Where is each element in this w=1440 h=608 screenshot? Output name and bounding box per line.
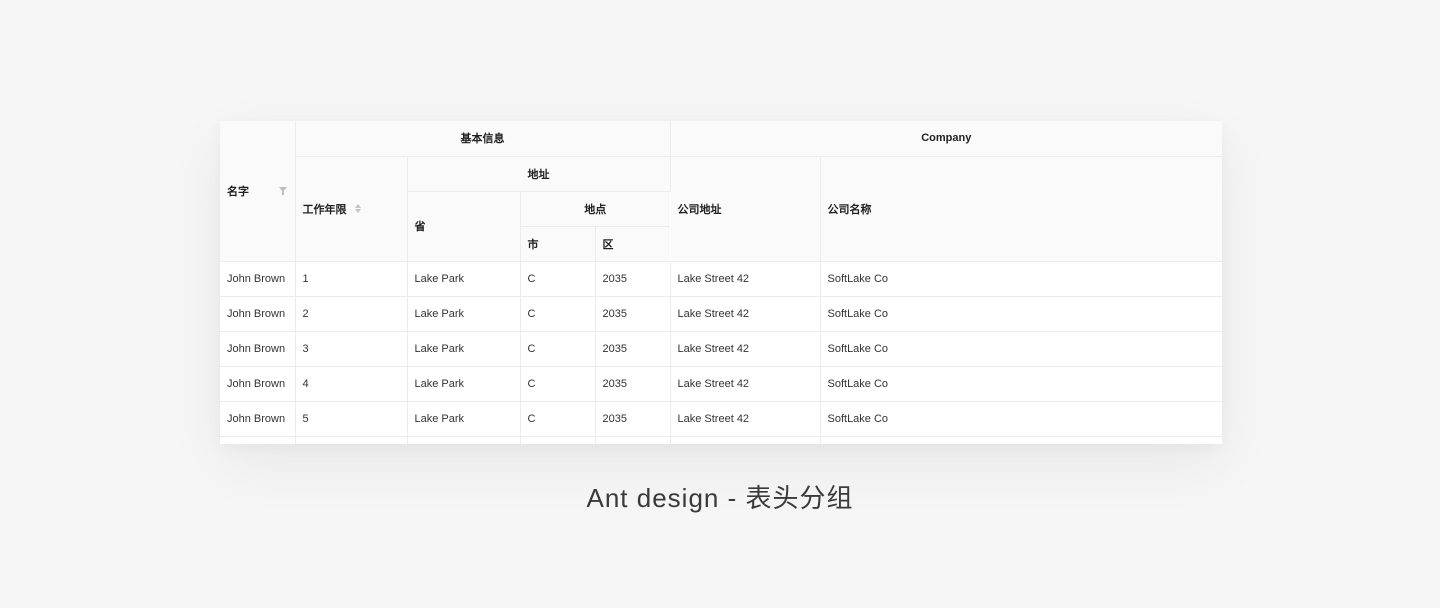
header-province: 省	[407, 191, 521, 262]
cell-province: Lake Park	[407, 331, 521, 367]
cell-city: C	[520, 261, 596, 297]
header-district: 区	[595, 226, 670, 262]
cell-city: C	[520, 366, 596, 402]
cell-name: John Brown	[220, 401, 296, 437]
table-row-partial	[220, 436, 1222, 444]
cell-years: 5	[295, 401, 408, 437]
cell-province: Lake Park	[407, 296, 521, 332]
cell-years: 4	[295, 366, 408, 402]
cell-empty	[220, 436, 296, 444]
cell-district: 2035	[595, 401, 671, 437]
page: 名字 基本信息 Company 工作年限 地址 公司地址 公司名称 省 地点 市…	[0, 0, 1440, 608]
table-row[interactable]: John Brown 4 Lake Park C 2035 Lake Stree…	[220, 366, 1222, 402]
cell-company-address: Lake Street 42	[670, 401, 821, 437]
header-basic-info: 基本信息	[295, 121, 671, 157]
cell-city: C	[520, 296, 596, 332]
cell-city: C	[520, 401, 596, 437]
cell-province: Lake Park	[407, 401, 521, 437]
cell-district: 2035	[595, 296, 671, 332]
cell-name: John Brown	[220, 366, 296, 402]
cell-company-name: SoftLake Co	[820, 296, 1222, 332]
table-card: 名字 基本信息 Company 工作年限 地址 公司地址 公司名称 省 地点 市…	[220, 121, 1222, 444]
cell-province: Lake Park	[407, 261, 521, 297]
header-name[interactable]: 名字	[220, 121, 296, 262]
cell-company-address: Lake Street 42	[670, 366, 821, 402]
filter-icon[interactable]	[278, 186, 288, 196]
cell-district: 2035	[595, 331, 671, 367]
cell-company-address: Lake Street 42	[670, 331, 821, 367]
cell-empty	[407, 436, 521, 444]
cell-empty	[595, 436, 671, 444]
cell-empty	[820, 436, 1222, 444]
header-name-label: 名字	[227, 185, 249, 198]
header-company: Company	[670, 121, 1222, 157]
cell-company-name: SoftLake Co	[820, 401, 1222, 437]
cell-name: John Brown	[220, 261, 296, 297]
grouped-header-table: 名字 基本信息 Company 工作年限 地址 公司地址 公司名称 省 地点 市…	[220, 121, 1222, 444]
cell-company-name: SoftLake Co	[820, 331, 1222, 367]
cell-district: 2035	[595, 366, 671, 402]
header-company-name: 公司名称	[820, 156, 1222, 262]
header-location: 地点	[520, 191, 670, 227]
table-row[interactable]: John Brown 2 Lake Park C 2035 Lake Stree…	[220, 296, 1222, 332]
cell-name: John Brown	[220, 331, 296, 367]
table-header: 名字 基本信息 Company 工作年限 地址 公司地址 公司名称 省 地点 市…	[220, 121, 1222, 262]
cell-company-address: Lake Street 42	[670, 296, 821, 332]
cell-empty	[520, 436, 596, 444]
cell-city: C	[520, 331, 596, 367]
cell-province: Lake Park	[407, 366, 521, 402]
cell-name: John Brown	[220, 296, 296, 332]
header-address: 地址	[407, 156, 671, 192]
cell-years: 1	[295, 261, 408, 297]
header-years-label: 工作年限	[302, 203, 347, 216]
sorter-icon[interactable]	[354, 204, 361, 213]
cell-company-address: Lake Street 42	[670, 261, 821, 297]
header-company-address: 公司地址	[670, 156, 821, 262]
cell-company-name: SoftLake Co	[820, 261, 1222, 297]
table-row[interactable]: John Brown 3 Lake Park C 2035 Lake Stree…	[220, 331, 1222, 367]
header-years[interactable]: 工作年限	[295, 156, 408, 262]
header-city: 市	[520, 226, 596, 262]
cell-district: 2035	[595, 261, 671, 297]
table-body: John Brown 1 Lake Park C 2035 Lake Stree…	[220, 261, 1222, 444]
cell-empty	[295, 436, 408, 444]
cell-empty	[670, 436, 821, 444]
table-row[interactable]: John Brown 1 Lake Park C 2035 Lake Stree…	[220, 261, 1222, 297]
cell-years: 3	[295, 331, 408, 367]
cell-years: 2	[295, 296, 408, 332]
page-caption: Ant design - 表头分组	[586, 483, 854, 513]
table-row[interactable]: John Brown 5 Lake Park C 2035 Lake Stree…	[220, 401, 1222, 437]
cell-company-name: SoftLake Co	[820, 366, 1222, 402]
